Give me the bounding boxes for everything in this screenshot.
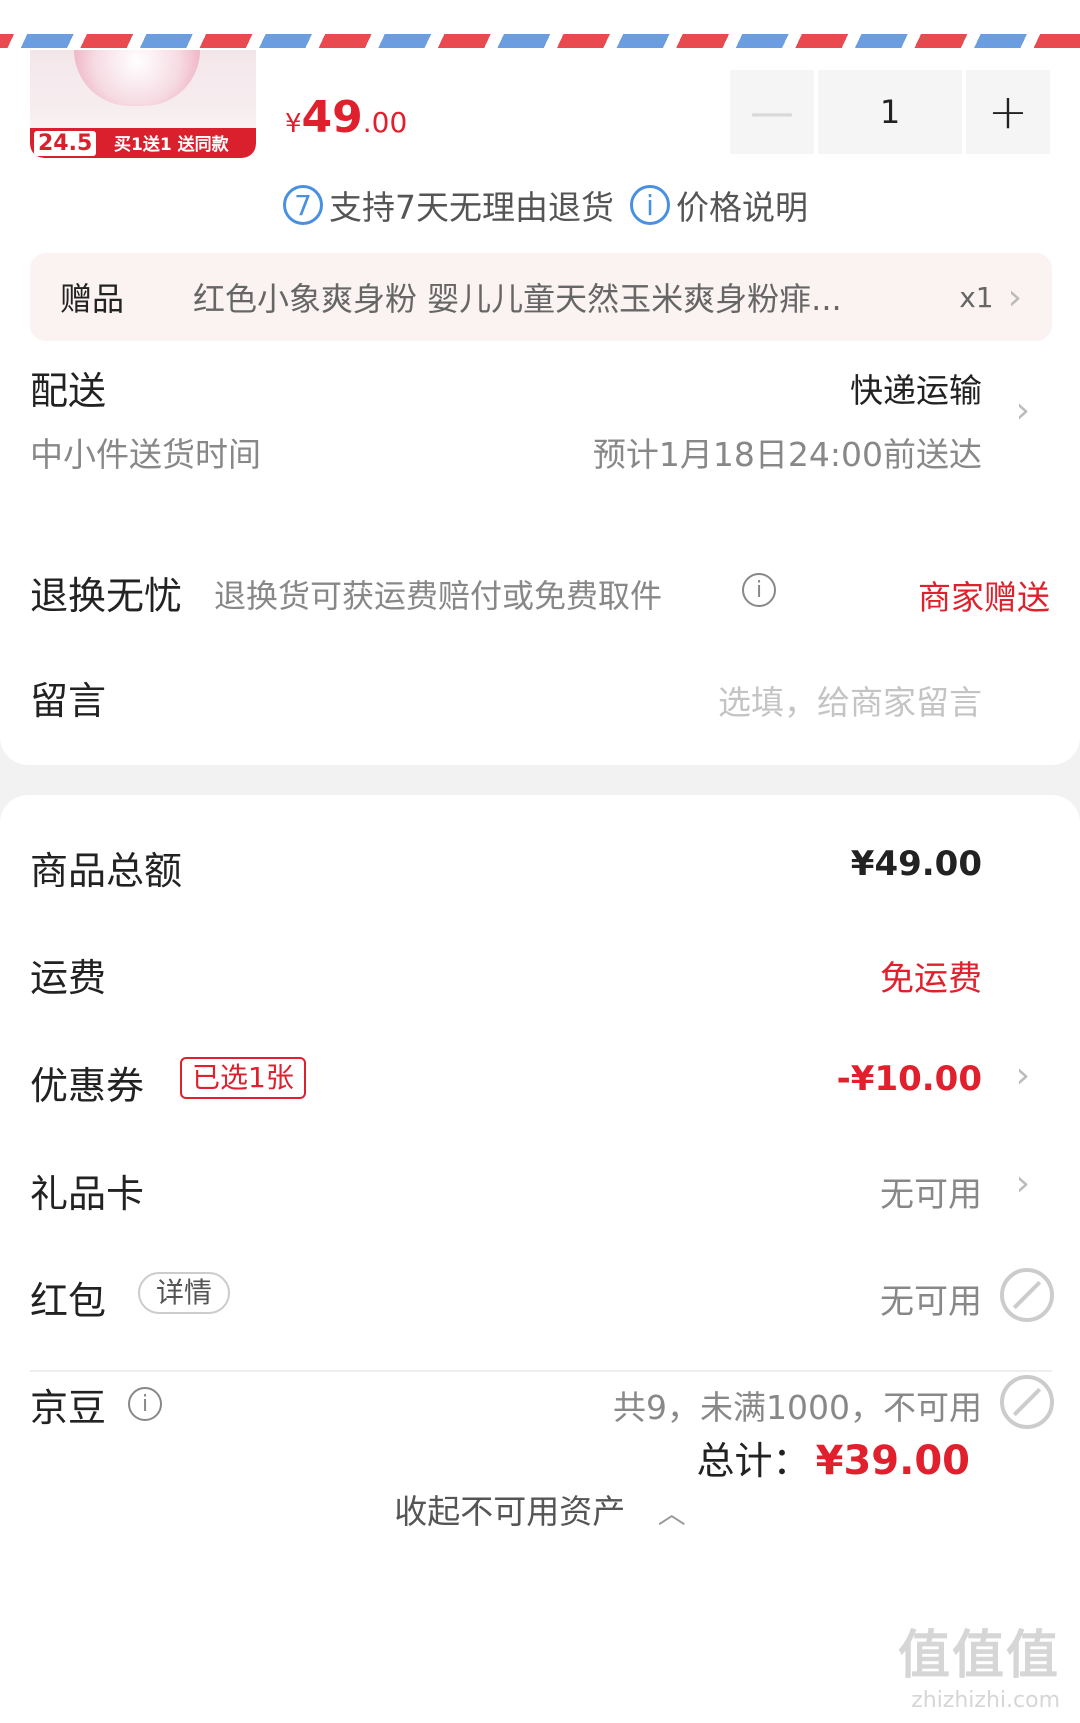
shipping-row: 运费 免运费 <box>30 947 1050 1007</box>
unavailable-icon <box>1000 1268 1054 1322</box>
total-value: ¥39.00 <box>815 1438 970 1484</box>
redpacket-label: 红包 <box>30 1279 107 1323</box>
goods-total-value: ¥49.00 <box>850 844 982 884</box>
giftcard-row[interactable]: 礼品卡 无可用 › <box>30 1163 1050 1223</box>
price-integer: 49 <box>301 92 363 143</box>
chevron-right-icon: › <box>1015 1055 1030 1096</box>
message-row[interactable]: 留言 选填，给商家留言 <box>30 670 1050 730</box>
delivery-row[interactable]: 配送 快递运输 中小件送货时间 预计1月18日24:00前送达 › <box>30 360 1050 480</box>
jingdou-row: 京豆 i 共9，未满1000，不可用 <box>30 1375 1054 1437</box>
chevron-up-icon: ︿ <box>657 1497 686 1530</box>
total-label: 总计： <box>696 1439 811 1483</box>
decrease-button[interactable]: — <box>730 70 814 154</box>
message-label: 留言 <box>30 679 107 723</box>
return-worry-desc: 退换货可获运费赔付或免费取件 <box>214 577 663 615</box>
delivery-eta: 预计1月18日24:00前送达 <box>592 435 982 474</box>
airmail-border <box>0 0 1080 50</box>
delivery-label: 配送 <box>30 369 107 413</box>
jingdou-value: 共9，未满1000，不可用 <box>613 1388 982 1427</box>
total-bar: 总计： ¥39.00 <box>697 1430 970 1485</box>
product-image-tin <box>74 50 200 106</box>
chevron-right-icon: › <box>1015 1163 1030 1204</box>
info-icon[interactable]: i <box>128 1387 162 1421</box>
redpacket-row: 红包 详情 无可用 <box>30 1268 1054 1330</box>
jingdou-label: 京豆 <box>30 1386 107 1430</box>
chevron-right-icon: › <box>1007 276 1022 318</box>
price-symbol: ¥ <box>285 109 302 139</box>
delivery-method: 快递运输 <box>850 371 982 410</box>
shipping-label: 运费 <box>30 956 107 1000</box>
shipping-value: 免运费 <box>880 959 982 999</box>
return-worry-row[interactable]: 退换无忧 退换货可获运费赔付或免费取件 i 商家赠送 <box>30 565 1050 625</box>
quantity-value[interactable]: 1 <box>818 70 962 154</box>
coupon-selected-badge: 已选1张 <box>180 1057 306 1099</box>
info-icon: i <box>630 185 670 225</box>
price-explain-link[interactable]: 价格说明 <box>676 181 808 229</box>
redpacket-value: 无可用 <box>880 1282 982 1322</box>
watermark-url: zhizhizhi.com <box>911 1688 1060 1713</box>
gift-qty: x1 <box>959 280 994 314</box>
coupon-row[interactable]: 优惠券 已选1张 -¥10.00 › <box>30 1055 1050 1115</box>
return-worry-label: 退换无忧 <box>30 574 183 618</box>
return-worry-value: 商家赠送 <box>918 578 1050 617</box>
divider <box>30 1370 1052 1372</box>
coupon-value: -¥10.00 <box>836 1059 982 1099</box>
delivery-sub-label: 中小件送货时间 <box>30 435 261 474</box>
watermark-text: 值值值 <box>897 1626 1060 1686</box>
goods-total-row: 商品总额 ¥49.00 <box>30 840 1050 900</box>
collapse-label: 收起不可用资产 <box>394 1492 626 1531</box>
giftcard-value: 无可用 <box>880 1175 982 1215</box>
product-thumbnail[interactable]: 24.5 买1送1 送同款 <box>30 50 256 158</box>
gift-row[interactable]: 赠品 红色小象爽身粉 婴儿儿童天然玉米爽身粉痱... x1 › <box>30 253 1052 341</box>
seven-day-icon: 7 <box>283 185 323 225</box>
thumb-promo-text: 买1送1 送同款 <box>114 135 229 155</box>
coupon-label: 优惠券 <box>30 1064 145 1108</box>
unavailable-icon <box>1000 1375 1054 1429</box>
goods-total-label: 商品总额 <box>30 849 183 893</box>
product-price: ¥49.00 <box>285 92 407 143</box>
price-decimal: .00 <box>362 106 408 139</box>
watermark-logo: 值值值 zhizhizhi.com <box>898 1613 1060 1713</box>
service-support: 7 支持7天无理由退货 i 价格说明 <box>283 180 808 230</box>
info-icon[interactable]: i <box>742 573 776 607</box>
giftcard-label: 礼品卡 <box>30 1172 145 1216</box>
redpacket-detail-button[interactable]: 详情 <box>138 1272 231 1314</box>
thumb-price-tag: 24.5 <box>34 131 97 156</box>
summary-card: 商品总额 ¥49.00 运费 免运费 优惠券 已选1张 -¥10.00 › 礼品… <box>0 795 1080 1723</box>
return-policy-text[interactable]: 支持7天无理由退货 <box>329 181 614 229</box>
collapse-unavailable-button[interactable]: 收起不可用资产 ︿ <box>0 1485 1080 1533</box>
chevron-right-icon: › <box>1015 390 1030 431</box>
quantity-stepper: — 1 + <box>730 70 1050 154</box>
increase-button[interactable]: + <box>966 70 1050 154</box>
gift-name: 红色小象爽身粉 婴儿儿童天然玉米爽身粉痱... <box>193 280 842 318</box>
gift-label: 赠品 <box>60 280 125 318</box>
order-card: 24.5 买1送1 送同款 ¥49.00 — 1 + 7 支持7天无理由退货 i… <box>0 50 1080 765</box>
message-input[interactable]: 选填，给商家留言 <box>718 676 982 724</box>
airmail-stripe <box>0 34 1080 48</box>
